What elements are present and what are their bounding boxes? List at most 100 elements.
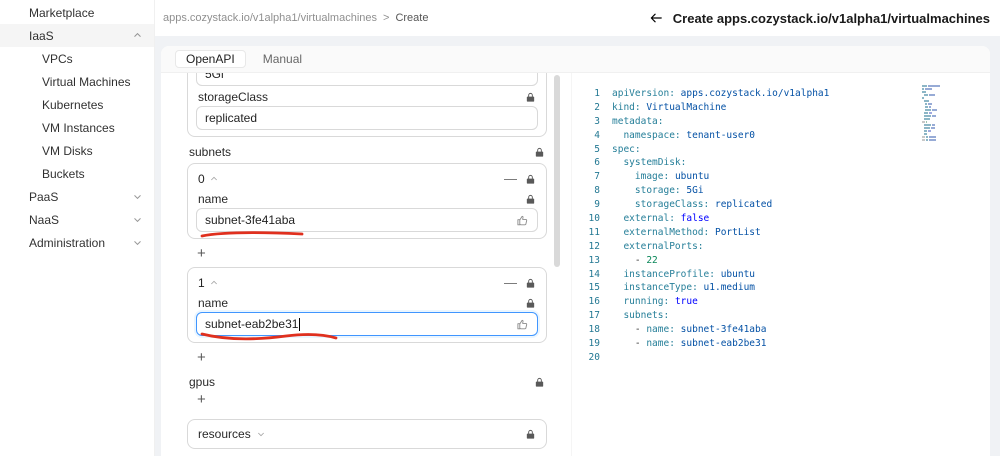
lock-icon[interactable] (525, 278, 536, 289)
minus-icon[interactable]: — (501, 276, 520, 289)
subnet-item-0-header: 0 — (198, 170, 536, 188)
sidebar-item-marketplace[interactable]: Marketplace (0, 1, 154, 24)
resources-label: resources (198, 427, 251, 441)
chevron-up-icon[interactable] (210, 279, 218, 287)
thumbs-up-icon (516, 214, 529, 227)
sidebar-item-label: VPCs (42, 51, 73, 66)
subnet-item-0-panel: 0 — name subnet-3fe41aba (187, 163, 547, 239)
code-line[interactable]: 14 instanceProfile: ubuntu (582, 268, 944, 282)
lock-icon[interactable] (525, 194, 536, 205)
sidebar-section-label: Administration (29, 235, 106, 250)
breadcrumb-separator: > (383, 12, 390, 24)
chevron-up-icon[interactable] (210, 175, 218, 183)
code-line[interactable]: 11 externalMethod: PortList (582, 226, 944, 240)
code-line[interactable]: 6 systemDisk: (582, 156, 944, 170)
code-line[interactable]: 15 instanceType: u1.medium (582, 281, 944, 295)
storageclass-label: storageClass (198, 90, 269, 104)
sidebar-item-buckets[interactable]: Buckets (0, 162, 154, 185)
subnets-label: subnets (189, 145, 232, 159)
code-line[interactable]: 16 running: true (582, 295, 944, 309)
sidebar-item-label: Marketplace (29, 5, 95, 20)
add-subnet-button[interactable]: + (197, 350, 211, 365)
text-caret (299, 317, 301, 331)
sidebar-item-label: Buckets (42, 166, 85, 181)
code-line[interactable]: 3 metadata: (582, 115, 944, 129)
sidebar-item-vm-disks[interactable]: VM Disks (0, 139, 154, 162)
sidebar-section-paas[interactable]: PaaS (0, 185, 154, 208)
lock-icon[interactable] (525, 298, 536, 309)
code-line[interactable]: 7 image: ubuntu (582, 170, 944, 184)
add-gpu-button[interactable]: + (197, 392, 211, 407)
minus-icon[interactable]: — (501, 172, 520, 185)
sidebar-section-administration[interactable]: Administration (0, 231, 154, 254)
lock-icon[interactable] (525, 174, 536, 185)
subnet-item-0-index: 0 (198, 172, 205, 186)
code-line[interactable]: 19 - name: subnet-eab2be31 (582, 337, 944, 351)
systemdisk-panel: 5Gi storageClass replicated (187, 73, 547, 137)
storageclass-label-row: storageClass (198, 90, 536, 104)
breadcrumb-current: Create (395, 12, 429, 24)
lock-icon[interactable] (525, 92, 536, 103)
sidebar-item-vm-instances[interactable]: VM Instances (0, 116, 154, 139)
tab-manual[interactable]: Manual (252, 50, 313, 68)
code-line[interactable]: 9 storageClass: replicated (582, 198, 944, 212)
sidebar-item-virtual-machines[interactable]: Virtual Machines (0, 70, 154, 93)
lock-icon[interactable] (534, 147, 545, 158)
editor-minimap[interactable] (922, 85, 944, 145)
thumbs-up-icon (516, 318, 529, 331)
sidebar-item-vpcs[interactable]: VPCs (0, 47, 154, 70)
page-title-wrap: Create apps.cozystack.io/v1alpha1/virtua… (649, 11, 990, 26)
subnet-1-name-input[interactable]: subnet-eab2be31 (196, 312, 538, 336)
form-tabs: OpenAPI Manual (161, 46, 990, 73)
code-line[interactable]: 10 external: false (582, 212, 944, 226)
subnets-label-row: subnets (189, 145, 545, 159)
code-line[interactable]: 5 spec: (582, 143, 944, 157)
resources-panel[interactable]: resources (187, 419, 547, 449)
sidebar-section-iaas[interactable]: IaaS (0, 24, 154, 47)
sidebar-section-naas[interactable]: NaaS (0, 208, 154, 231)
form-pane: 5Gi storageClass replicated subnets 0 — … (181, 73, 547, 456)
code-line[interactable]: 17 subnets: (582, 309, 944, 323)
form-scrollbar (553, 73, 561, 456)
subnet-1-name-label: name (198, 296, 229, 310)
code-line[interactable]: 13 - 22 (582, 254, 944, 268)
code-line[interactable]: 8 storage: 5Gi (582, 184, 944, 198)
page-title: Create apps.cozystack.io/v1alpha1/virtua… (672, 10, 990, 26)
arrow-left-icon[interactable] (649, 11, 663, 25)
subnet-0-name-input[interactable]: subnet-3fe41aba (196, 208, 538, 232)
add-subnet-button[interactable]: + (197, 246, 211, 261)
code-line[interactable]: 20 (582, 351, 944, 365)
sidebar-item-label: VM Disks (42, 143, 93, 158)
code-line[interactable]: 2 kind: VirtualMachine (582, 101, 944, 115)
subnet-1-name-value: subnet-eab2be31 (205, 317, 299, 331)
code-line[interactable]: 18 - name: subnet-3fe41aba (582, 323, 944, 337)
storageclass-input-value: replicated (205, 111, 258, 125)
content-area: OpenAPI Manual 5Gi storageClass replicat… (155, 36, 1000, 456)
code-line[interactable]: 4 namespace: tenant-user0 (582, 129, 944, 143)
lock-icon[interactable] (534, 377, 545, 388)
subnet-item-1-index: 1 (198, 276, 205, 290)
create-form-card: OpenAPI Manual 5Gi storageClass replicat… (161, 46, 990, 456)
storage-input[interactable]: 5Gi (196, 73, 538, 86)
subnet-0-name-label-row: name (198, 192, 536, 206)
gpus-label-row: gpus (189, 375, 545, 389)
code-line[interactable]: 1 apiVersion: apps.cozystack.io/v1alpha1 (582, 87, 944, 101)
form-scrollbar-thumb[interactable] (554, 75, 560, 267)
app-root: Marketplace IaaS VPCs Virtual Machines K… (0, 0, 1000, 456)
sidebar: Marketplace IaaS VPCs Virtual Machines K… (0, 0, 155, 456)
yaml-editor[interactable]: 1 apiVersion: apps.cozystack.io/v1alpha1 2… (571, 73, 990, 456)
breadcrumb: apps.cozystack.io/v1alpha1/virtualmachin… (163, 12, 428, 24)
sidebar-item-label: Kubernetes (42, 97, 104, 112)
tab-openapi[interactable]: OpenAPI (175, 50, 246, 68)
chevron-down-icon (134, 195, 141, 200)
chevron-down-icon (134, 218, 141, 223)
chevron-down-icon (134, 241, 141, 246)
sidebar-item-kubernetes[interactable]: Kubernetes (0, 93, 154, 116)
gpus-label: gpus (189, 375, 216, 389)
code-line[interactable]: 12 externalPorts: (582, 240, 944, 254)
storageclass-input[interactable]: replicated (196, 106, 538, 130)
subnet-0-name-value: subnet-3fe41aba (205, 213, 296, 227)
sidebar-item-label: VM Instances (42, 120, 115, 135)
breadcrumb-path[interactable]: apps.cozystack.io/v1alpha1/virtualmachin… (163, 12, 377, 24)
lock-icon[interactable] (525, 429, 536, 440)
